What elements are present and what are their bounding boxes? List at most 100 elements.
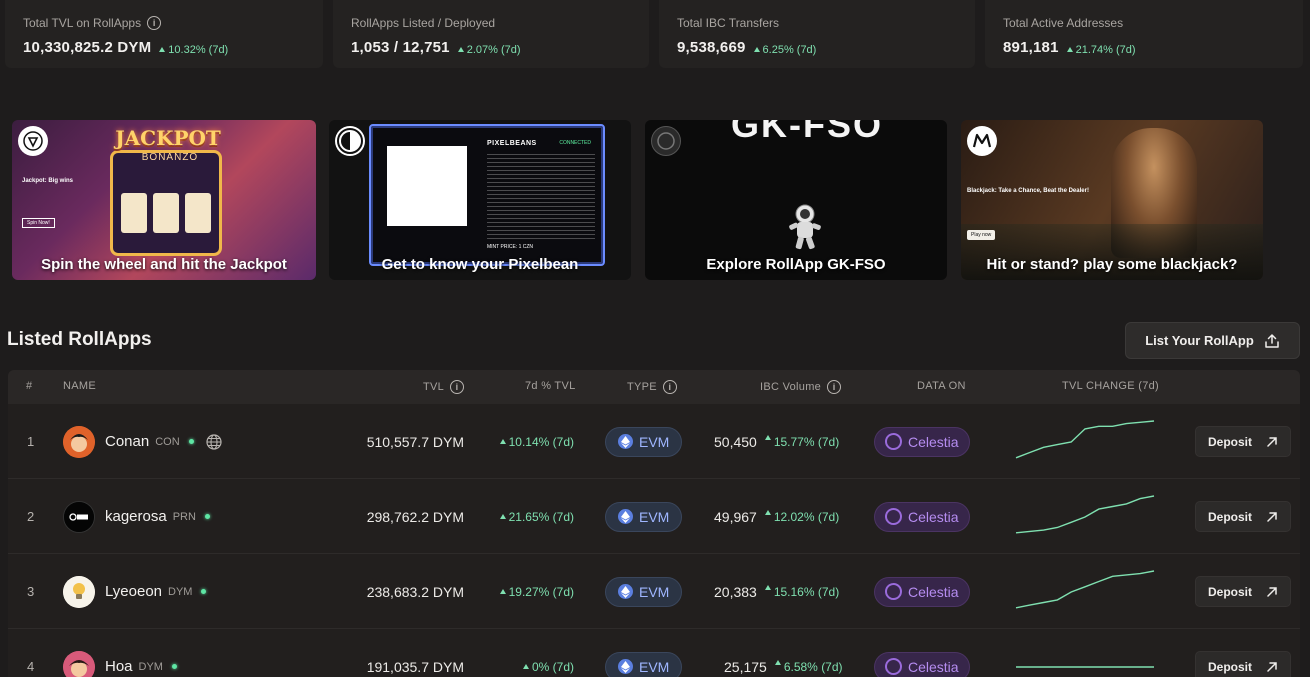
slot-machine-art xyxy=(110,150,222,256)
evm-badge: EVM xyxy=(605,501,683,532)
stat-total-tvl: Total TVL on RollApps i 10,330,825.2 DYM… xyxy=(5,0,323,68)
deposit-button[interactable]: Deposit xyxy=(1195,651,1291,677)
col-ibc-header[interactable]: IBC Volume i xyxy=(760,380,842,394)
list-rollapp-button[interactable]: List Your RollApp xyxy=(1125,322,1300,359)
col-chart-header: TVL CHANGE (7d) xyxy=(1062,380,1160,392)
deposit-button[interactable]: Deposit xyxy=(1195,501,1291,532)
deposit-button[interactable]: Deposit xyxy=(1195,426,1291,457)
trend-up-icon xyxy=(774,659,781,665)
col-data-on-header: DATA ON xyxy=(917,380,966,392)
tvl-sparkline xyxy=(1016,665,1154,668)
trend-up-icon xyxy=(1066,47,1073,52)
trend-up-icon xyxy=(159,47,166,52)
ethereum-icon xyxy=(618,659,633,674)
blackjack-art-button: Play now xyxy=(967,230,996,240)
data-on-cell: Celestia xyxy=(874,629,970,677)
col-type-header[interactable]: TYPE i xyxy=(627,380,677,394)
slot-reel xyxy=(121,193,147,233)
table-header: # NAME TVL i 7d % TVL TYPE i IBC Volume i D… xyxy=(8,370,1300,404)
evm-badge: EVM xyxy=(605,576,683,607)
info-icon[interactable]: i xyxy=(662,380,677,394)
rollapp-name-cell[interactable]: kagerosa PRN xyxy=(63,479,210,554)
deposit-label: Deposit xyxy=(1207,659,1252,674)
arrow-up-right-icon xyxy=(1267,511,1277,522)
ibc-volume: 25,175 xyxy=(724,658,767,675)
rollapp-name: Conan xyxy=(105,433,150,450)
sparkline-line xyxy=(1015,419,1155,458)
arrow-up-right-icon xyxy=(1267,661,1277,672)
half-circle-logo-icon xyxy=(337,128,363,154)
sparkline-cell xyxy=(1012,554,1158,629)
type-label: EVM xyxy=(639,433,670,450)
sparkline-line xyxy=(1015,569,1155,608)
arrow-up-right-icon xyxy=(1267,436,1277,447)
rollapp-ticker: DYM xyxy=(138,660,163,673)
tvl-change-value: 19.27% (7d) xyxy=(508,584,574,599)
pixelbean-image xyxy=(387,146,467,226)
type-cell: EVM xyxy=(605,404,683,479)
ibc-change-value: 15.16% (7d) xyxy=(773,584,840,599)
ibc-change-value: 12.02% (7d) xyxy=(773,509,840,524)
ethereum-icon xyxy=(618,434,633,449)
deposit-button[interactable]: Deposit xyxy=(1195,576,1291,607)
ibc-volume-cell: 49,967 12.02% (7d) xyxy=(714,479,839,554)
stat-ibc-transfers: Total IBC Transfers 9,538,669 6.25% (7d) xyxy=(659,0,975,68)
banner-caption: Hit or stand? play some blackjack? xyxy=(986,256,1238,273)
celestia-badge: Celestia xyxy=(874,501,970,532)
celestia-badge: Celestia xyxy=(874,651,970,677)
stat-rollapps-listed: RollApps Listed / Deployed 1,053 / 12,75… xyxy=(333,0,649,68)
stat-change: 6.25% (7d) xyxy=(762,43,817,56)
rollapp-name-cell[interactable]: Conan CON xyxy=(63,404,222,479)
jackpot-art-title: JACKPOT xyxy=(115,126,221,150)
ibc-change: 6.58% (7d) xyxy=(774,659,843,674)
table-row[interactable]: 2 kagerosa PRN 298,762.2 DYM 21.65% (7d)… xyxy=(8,479,1300,554)
pixelbean-art-status: CONNECTED xyxy=(559,140,591,146)
banner-pixelbean[interactable]: PIXELBEANS CONNECTED MINT PRICE: 1 CZN G… xyxy=(329,120,631,280)
promo-carousel: JACKPOT BONANZO Jackpot: Big wins Spin N… xyxy=(0,120,1310,282)
banner-logo xyxy=(967,126,997,156)
col-tvl-header[interactable]: TVL i xyxy=(423,380,465,394)
info-icon[interactable]: i xyxy=(147,16,162,30)
m-logo-icon xyxy=(972,133,992,148)
banner-caption: Explore RollApp GK-FSO xyxy=(706,256,886,273)
banner-logo xyxy=(18,126,48,156)
sparkline-cell xyxy=(1012,629,1158,677)
banner-blackjack[interactable]: Blackjack: Take a Chance, Beat the Deale… xyxy=(961,120,1263,280)
banner-gk-fso[interactable]: GK-FSO Explore RollApp GK-FSO xyxy=(645,120,947,280)
tvl-change-value: 21.65% (7d) xyxy=(508,509,574,524)
ethereum-icon xyxy=(618,584,633,599)
table-row[interactable]: 3 Lyeoeon DYM 238,683.2 DYM 19.27% (7d) … xyxy=(8,554,1300,629)
info-icon[interactable]: i xyxy=(450,380,465,394)
celestia-icon xyxy=(885,508,902,525)
slot-reel xyxy=(153,193,179,233)
stat-trend: 2.07% (7d) xyxy=(457,44,521,56)
rollapp-name-cell[interactable]: Lyeoeon DYM xyxy=(63,554,207,629)
data-on-cell: Celestia xyxy=(874,479,970,554)
deposit-cell: Deposit xyxy=(1195,629,1291,677)
tvl-change: 19.27% (7d) xyxy=(478,554,574,629)
info-icon[interactable]: i xyxy=(827,380,842,394)
banner-logo xyxy=(651,126,681,156)
col-name-header[interactable]: NAME xyxy=(63,380,96,392)
table-row[interactable]: 4 Hoa DYM 191,035.7 DYM 0% (7d) EVM 25,1… xyxy=(8,629,1300,677)
row-index: 3 xyxy=(27,584,35,599)
globe-icon[interactable] xyxy=(206,433,222,450)
rollapp-name-cell[interactable]: Hoa DYM xyxy=(63,629,177,677)
stat-value: 891,181 xyxy=(1003,39,1059,56)
ibc-change-value: 15.77% (7d) xyxy=(773,434,840,449)
data-on-label: Celestia xyxy=(908,658,959,675)
tvl-change: 0% (7d) xyxy=(478,629,574,677)
sparkline-cell xyxy=(1012,404,1158,479)
arrow-up-right-icon xyxy=(1267,586,1277,597)
stat-trend: 21.74% (7d) xyxy=(1066,44,1136,56)
trend-up-icon xyxy=(764,434,771,440)
banner-jackpot[interactable]: JACKPOT BONANZO Jackpot: Big wins Spin N… xyxy=(12,120,316,280)
ibc-change: 12.02% (7d) xyxy=(764,509,840,524)
banner-caption: Get to know your Pixelbean xyxy=(381,256,579,273)
table-row[interactable]: 1 Conan CON 510,557.7 DYM 10.14% (7d) EV… xyxy=(8,404,1300,479)
trend-up-icon xyxy=(457,47,464,52)
ibc-volume-cell: 50,450 15.77% (7d) xyxy=(714,404,839,479)
status-online-icon xyxy=(204,514,210,519)
col-tvl-change-header[interactable]: 7d % TVL xyxy=(525,380,576,392)
trend-up-icon xyxy=(499,589,506,594)
